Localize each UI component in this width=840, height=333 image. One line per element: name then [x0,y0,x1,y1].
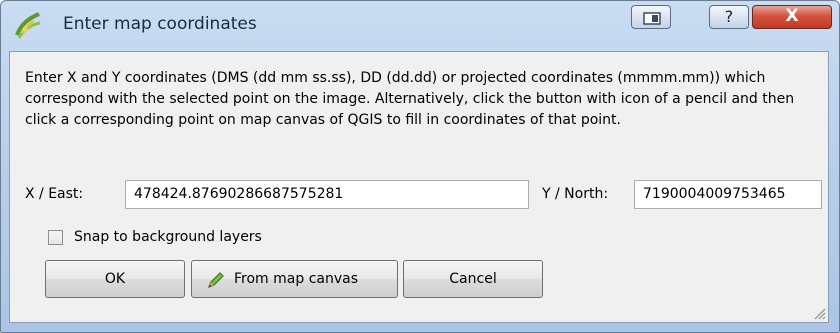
y-north-label: Y / North: [542,186,609,202]
snap-label[interactable]: Snap to background layers [74,229,262,245]
instructions-text: Enter X and Y coordinates (DMS (dd mm ss… [25,70,795,128]
help-button[interactable]: ? [709,5,749,29]
title-bar[interactable]: Enter map coordinates ? X [1,1,839,51]
close-icon: X [785,6,799,26]
y-north-input[interactable]: 7190004009753465 [634,180,822,209]
from-map-canvas-button[interactable]: From map canvas [191,260,398,298]
cancel-button-label: Cancel [449,271,497,287]
qgis-icon [15,12,41,39]
help-icon: ? [724,7,734,26]
close-button[interactable]: X [752,5,832,29]
pencil-icon [207,272,224,289]
window-title: Enter map coordinates [63,14,257,34]
cancel-button[interactable]: Cancel [403,260,543,298]
dialog-window: Enter map coordinates ? X Enter X and Y … [0,0,840,333]
restore-button[interactable] [631,5,671,29]
restore-icon [643,12,661,25]
dialog-body: Enter X and Y coordinates (DMS (dd mm ss… [9,51,829,323]
snap-checkbox[interactable] [48,230,63,245]
resize-grip-icon[interactable] [812,306,826,320]
ok-button[interactable]: OK [45,260,185,298]
x-east-label: X / East: [25,186,84,202]
from-map-canvas-label: From map canvas [234,271,358,287]
ok-button-label: OK [104,271,126,287]
x-east-input[interactable]: 478424.87690286687575281 [125,180,529,209]
